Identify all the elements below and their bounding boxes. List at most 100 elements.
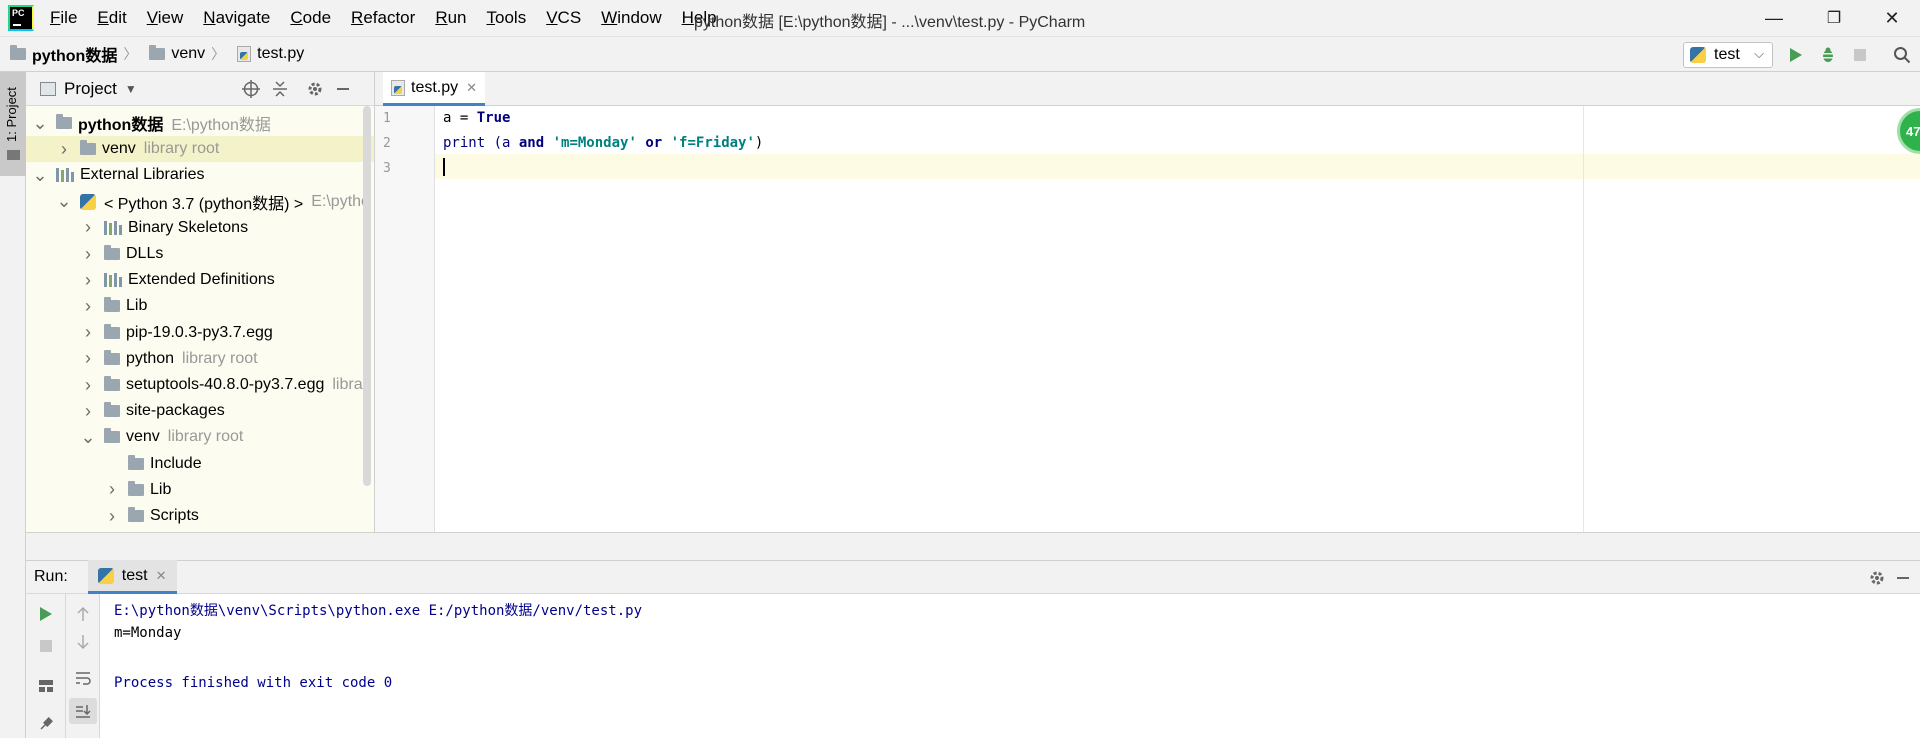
run-tab-test[interactable]: test ✕ (87, 560, 177, 594)
tree-item[interactable]: › Lib (26, 477, 374, 503)
search-button[interactable] (1890, 43, 1914, 67)
code-area[interactable]: a = True print (a and 'm=Monday' or 'f=F… (435, 106, 1920, 532)
tree-item-label: Lib (150, 480, 172, 498)
soft-wrap-icon (76, 672, 91, 685)
editor: test.py ✕ 1 2 3 a = True print (a and 'm… (375, 72, 1920, 532)
project-tool-window-button[interactable]: 1: Project (0, 72, 26, 176)
tab-test-py[interactable]: test.py ✕ (383, 72, 486, 106)
run-settings-button[interactable] (1866, 567, 1888, 589)
run-tab-label: test (121, 566, 148, 584)
chevron-right-icon[interactable]: › (80, 217, 96, 238)
menu-navigate[interactable]: Navigate (201, 6, 272, 30)
tree-item[interactable]: ⌄ python数据 E:\python数据 (26, 110, 374, 136)
up-stack-button[interactable] (71, 602, 95, 626)
hide-run-panel-button[interactable] (1892, 567, 1914, 589)
chevron-right-icon[interactable]: › (104, 479, 120, 500)
tree-item[interactable]: ⌄ < Python 3.7 (python数据) > E:\pytho (26, 189, 374, 215)
menu-vcs[interactable]: VCS (544, 6, 583, 30)
chevron-right-icon[interactable]: › (56, 139, 72, 160)
scroll-to-end-button[interactable] (69, 698, 97, 724)
close-icon[interactable]: ✕ (156, 568, 167, 584)
locate-file-button[interactable] (240, 78, 262, 100)
chevron-down-icon[interactable]: ⌄ (56, 191, 72, 212)
tree-item[interactable]: › Lib (26, 293, 374, 319)
close-icon[interactable]: ✕ (466, 80, 477, 96)
menu-refactor[interactable]: Refactor (349, 6, 417, 30)
tree-item[interactable]: › DLLs (26, 241, 374, 267)
line-number: 1 (383, 111, 391, 126)
soft-wrap-button[interactable] (71, 666, 95, 690)
run-configuration-select[interactable]: test ⌵ (1683, 42, 1773, 68)
chevron-down-icon[interactable]: ⌄ (32, 113, 48, 134)
tree-item[interactable]: Include (26, 451, 374, 477)
tree-item[interactable]: › Extended Definitions (26, 267, 374, 293)
tree-item[interactable]: › venv library root (26, 136, 374, 163)
menu-code[interactable]: Code (288, 6, 333, 30)
down-stack-button[interactable] (71, 630, 95, 654)
tree-item[interactable]: › pip-19.0.3-py3.7.egg (26, 320, 374, 346)
current-line-highlight (435, 154, 1920, 179)
menu-run[interactable]: Run (433, 6, 468, 30)
breadcrumb-file[interactable]: test.py (237, 45, 304, 63)
scroll-to-end-icon (76, 705, 91, 718)
chevron-down-icon[interactable]: ▼ (125, 82, 137, 96)
chevron-right-icon[interactable]: › (80, 296, 96, 317)
debug-button[interactable] (1816, 43, 1840, 67)
close-window-button[interactable]: ✕ (1864, 0, 1920, 36)
breadcrumb-venv[interactable]: venv 〉 (149, 44, 231, 64)
project-stripe-label: 1: Project (4, 87, 19, 142)
chevron-right-icon[interactable]: › (80, 322, 96, 343)
project-panel: Project ▼ ⌄ python数据 E:\python数据 › venv libra… (26, 72, 375, 560)
breadcrumb-project[interactable]: python数据〉 (10, 42, 143, 66)
menu-view[interactable]: View (145, 6, 186, 30)
tree-item-label: Binary Skeletons (128, 218, 249, 236)
collapse-all-button[interactable] (269, 78, 291, 100)
restore-button[interactable]: ❐ (1806, 0, 1862, 36)
settings-button[interactable] (304, 78, 326, 100)
pin-tab-button[interactable] (34, 712, 58, 736)
stop-icon (1854, 49, 1866, 61)
console-output[interactable]: E:\python数据\venv\Scripts\python.exe E:/p… (100, 594, 1920, 738)
python-icon (80, 193, 96, 210)
menu-edit[interactable]: Edit (95, 6, 128, 30)
library-icon (104, 273, 122, 288)
project-panel-title[interactable]: Project (64, 79, 117, 99)
menu-file[interactable]: File (48, 6, 79, 30)
stop-button[interactable] (34, 634, 58, 658)
line-number-gutter: 1 2 3 (375, 106, 435, 532)
search-icon (1894, 47, 1911, 64)
tree-item[interactable]: ⌄ External Libraries (26, 162, 374, 188)
hide-panel-button[interactable] (332, 78, 354, 100)
tree-item[interactable]: ⌄ venv library root (26, 424, 374, 450)
play-icon (1790, 48, 1802, 62)
run-toolbar (26, 594, 66, 738)
pycharm-logo-icon (8, 5, 34, 31)
text-caret (443, 158, 445, 176)
restore-layout-button[interactable] (34, 674, 58, 698)
chevron-right-icon[interactable]: › (80, 348, 96, 369)
stop-button[interactable] (1848, 43, 1872, 67)
menu-window[interactable]: Window (599, 6, 663, 30)
tree-vertical-scrollbar[interactable] (363, 106, 371, 486)
chevron-right-icon[interactable]: › (80, 270, 96, 291)
minimize-button[interactable]: — (1746, 0, 1802, 36)
tree-item[interactable]: › setuptools-40.8.0-py3.7.egg librar (26, 372, 374, 398)
chevron-down-icon[interactable]: ⌄ (80, 427, 96, 448)
panel-splitter[interactable] (26, 532, 1920, 560)
rerun-button[interactable] (34, 602, 58, 626)
chevron-right-icon[interactable]: › (80, 244, 96, 265)
tree-item[interactable]: › Scripts (26, 503, 374, 529)
chevron-right-icon[interactable]: › (104, 506, 120, 527)
tree-item[interactable]: › python library root (26, 346, 374, 372)
tree-item[interactable]: › Binary Skeletons (26, 215, 374, 241)
run-button[interactable] (1784, 43, 1808, 67)
menu-tools[interactable]: Tools (485, 6, 529, 30)
chevron-right-icon[interactable]: › (80, 401, 96, 422)
chevron-down-icon[interactable]: ⌄ (32, 165, 48, 186)
chevron-right-icon[interactable]: › (80, 375, 96, 396)
tree-item-label: python (126, 349, 175, 367)
tree-item[interactable]: › site-packages (26, 398, 374, 424)
folder-icon (128, 507, 144, 522)
tree-item-label: setuptools-40.8.0-py3.7.egg (126, 376, 325, 393)
gear-icon (1870, 571, 1884, 585)
